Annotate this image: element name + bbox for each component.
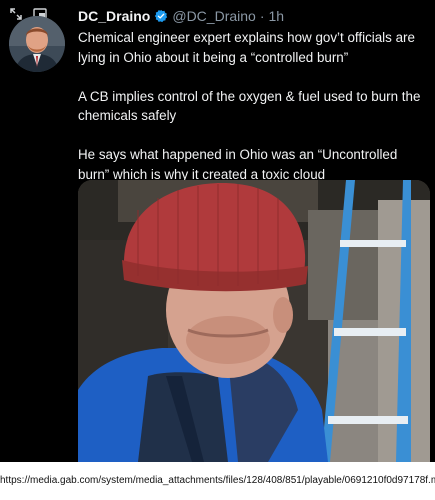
verified-badge-icon	[155, 9, 168, 23]
avatar[interactable]	[9, 16, 65, 72]
video-player[interactable]	[78, 180, 430, 462]
video-url[interactable]: https://media.gab.com/system/media_attac…	[0, 462, 435, 500]
tweet: DC_Draino @DC_Draino · 1h Chemical engin…	[78, 6, 430, 184]
author-name[interactable]: DC_Draino	[78, 8, 150, 24]
tweet-paragraph: A CB implies control of the oxygen & fue…	[78, 88, 421, 124]
tweet-text: Chemical engineer expert explains how go…	[78, 28, 430, 184]
video-frame	[78, 180, 430, 462]
tweet-time[interactable]: 1h	[269, 8, 285, 24]
tweet-paragraph: He says what happened in Ohio was an “Un…	[78, 147, 398, 182]
tweet-header: DC_Draino @DC_Draino · 1h	[78, 6, 430, 26]
header-separator: ·	[259, 8, 265, 24]
author-handle[interactable]: @DC_Draino	[172, 8, 255, 24]
tweet-paragraph: Chemical engineer expert explains how go…	[78, 30, 415, 65]
